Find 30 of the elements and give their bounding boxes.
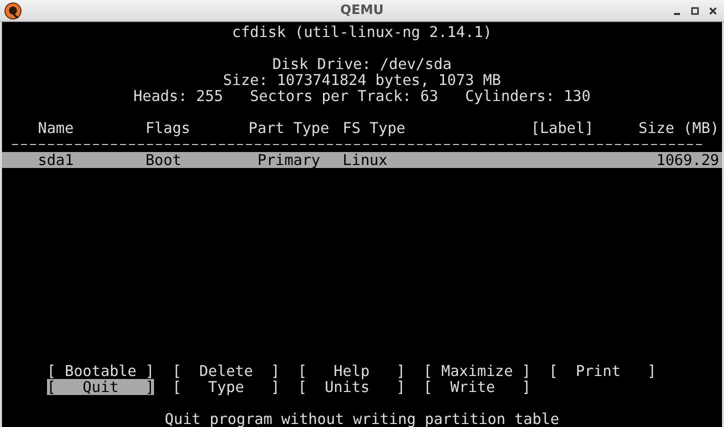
menu-button[interactable]: [ Type ] [172, 379, 280, 395]
column-header: Name [38, 120, 75, 136]
column-header: Size (MB) [637, 120, 720, 136]
column-header: FS Type [342, 120, 406, 136]
menu-button[interactable]: [ Quit ] [46, 379, 154, 395]
close-icon[interactable] [708, 6, 718, 16]
menu-button[interactable]: [ Delete ] [172, 363, 280, 379]
menu-button[interactable]: [ Print ] [548, 363, 656, 379]
menu-button[interactable]: [ Units ] [298, 379, 406, 395]
table-cell-text: Boot [145, 152, 182, 168]
status-message: Quit program without writing partition table [164, 410, 560, 427]
program-title: cfdisk (util-linux-ng 2.14.1) [232, 23, 492, 41]
column-header: [Label] [530, 120, 595, 136]
q-logo-icon [4, 2, 22, 20]
menu-button[interactable]: [ Bootable ] [46, 363, 154, 379]
disk-drive-text: Disk Drive: /dev/sda [272, 55, 452, 73]
menu-button[interactable]: [ Help ] [298, 363, 406, 379]
table-cell-text: Primary [256, 152, 322, 168]
column-header: Flags [145, 120, 192, 136]
disk-size-text: Size: 1073741824 bytes, 1073 MB [223, 71, 501, 89]
partition-row[interactable]: sda1 Boot Primary Linux 1069.29 [2, 152, 722, 168]
menu-button[interactable]: [ Maximize ] [423, 363, 531, 379]
table-cell-text: 1069.29 [655, 152, 720, 168]
window-title: QEMU [340, 3, 384, 18]
column-header: Part Type [248, 120, 330, 136]
table-cell-text: Linux [342, 152, 388, 168]
geometry-text: Heads: 255 Sectors per Track: 63 Cylinders: 130 [133, 87, 591, 105]
maximize-icon[interactable] [690, 6, 700, 16]
table-cell-text: sda1 [38, 152, 75, 168]
menu-button[interactable]: [ Write ] [423, 379, 531, 395]
